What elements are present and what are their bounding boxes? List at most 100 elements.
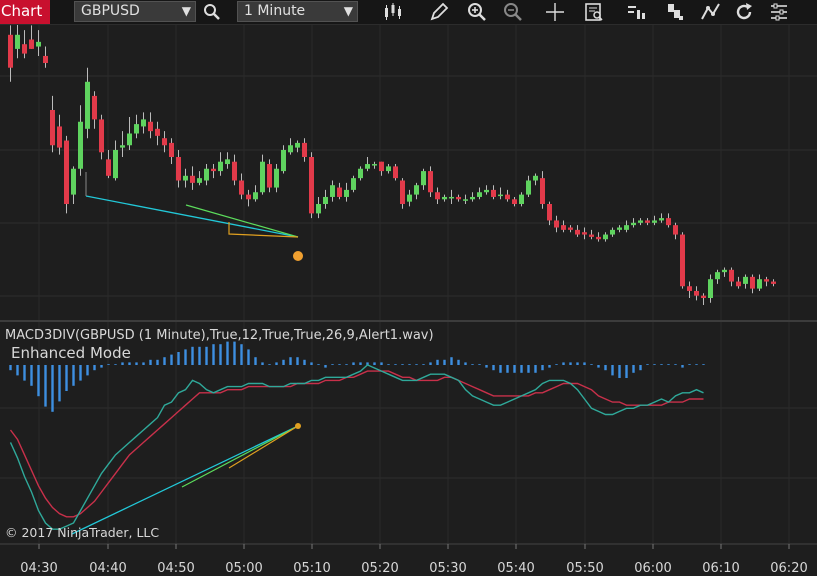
indicators-icon[interactable] bbox=[624, 0, 650, 24]
candle-body bbox=[148, 121, 153, 132]
time-tick-label: 05:30 bbox=[429, 561, 466, 576]
instrument-selector[interactable]: GBPUSD ▼ bbox=[74, 1, 196, 22]
candle-body bbox=[624, 225, 629, 230]
candle-body bbox=[540, 178, 545, 204]
candle-body bbox=[120, 145, 125, 148]
candle-body bbox=[78, 121, 83, 169]
chart-area[interactable]: MACD3DIV(GBPUSD (1 Minute),True,12,True,… bbox=[0, 25, 817, 576]
candle-body bbox=[498, 194, 503, 197]
candle-body bbox=[134, 124, 139, 134]
candle-body bbox=[435, 192, 440, 200]
time-tick-label: 05:20 bbox=[361, 561, 398, 576]
candle-body bbox=[169, 142, 174, 157]
candle-body bbox=[183, 175, 188, 181]
candle-body bbox=[582, 232, 587, 235]
candle-body bbox=[99, 119, 104, 153]
candle-body bbox=[659, 218, 664, 221]
candle-body bbox=[652, 220, 657, 223]
time-tick-label: 05:10 bbox=[293, 561, 330, 576]
candle-body bbox=[617, 227, 622, 230]
chevron-down-icon: ▼ bbox=[181, 4, 191, 18]
time-tick-label: 06:10 bbox=[702, 561, 739, 576]
candle-body bbox=[176, 157, 181, 181]
zoom-in-icon[interactable] bbox=[465, 0, 491, 24]
candle-body bbox=[50, 110, 55, 146]
draw-pencil-icon[interactable] bbox=[427, 0, 453, 24]
candle-body bbox=[36, 41, 41, 47]
strategies-icon[interactable] bbox=[663, 0, 689, 24]
candle-body bbox=[155, 128, 160, 136]
interval-value: 1 Minute bbox=[244, 3, 306, 19]
candle-body bbox=[449, 196, 454, 199]
reload-icon[interactable] bbox=[732, 0, 758, 24]
candle-body bbox=[596, 236, 601, 240]
candle-body bbox=[771, 281, 776, 284]
candle-body bbox=[645, 220, 650, 223]
candle-body bbox=[631, 222, 636, 226]
candle-body bbox=[414, 185, 419, 195]
candle-body bbox=[218, 161, 223, 172]
drawing-tools-icon[interactable] bbox=[699, 0, 725, 24]
candle-body bbox=[204, 168, 209, 181]
candle-body bbox=[92, 95, 97, 120]
candle-body bbox=[470, 196, 475, 200]
candle-body bbox=[463, 199, 468, 201]
candle-body bbox=[666, 218, 671, 226]
time-tick-label: 04:50 bbox=[157, 561, 194, 576]
candle-body bbox=[309, 157, 314, 214]
candle-body bbox=[568, 227, 573, 230]
search-icon[interactable] bbox=[200, 0, 226, 24]
bar-type-icon[interactable] bbox=[381, 0, 407, 24]
candle-body bbox=[575, 229, 580, 235]
time-tick-label: 06:20 bbox=[770, 561, 807, 576]
candle-body bbox=[603, 234, 608, 240]
indicator-label: MACD3DIV(GBPUSD (1 Minute),True,12,True,… bbox=[5, 328, 434, 343]
candle-body bbox=[722, 269, 727, 273]
candle-body bbox=[246, 194, 251, 200]
candle-body bbox=[267, 164, 272, 188]
candle-body bbox=[106, 159, 111, 176]
candle-body bbox=[71, 168, 76, 195]
candle-body bbox=[225, 159, 230, 165]
candle-body bbox=[85, 81, 90, 129]
chart-tab[interactable]: Chart bbox=[0, 0, 50, 24]
candle-body bbox=[57, 126, 62, 148]
zoom-out-icon[interactable] bbox=[501, 0, 527, 24]
candle-body bbox=[302, 142, 307, 157]
candle-body bbox=[533, 175, 538, 181]
candle-body bbox=[113, 149, 118, 179]
candle-body bbox=[295, 142, 300, 148]
candle-body bbox=[330, 185, 335, 197]
candle-body bbox=[736, 281, 741, 287]
candle-body bbox=[673, 225, 678, 235]
candle-body bbox=[701, 295, 706, 298]
candle-body bbox=[211, 168, 216, 172]
candle-body bbox=[421, 171, 426, 186]
candle-body bbox=[491, 189, 496, 197]
crosshair-icon[interactable] bbox=[543, 0, 569, 24]
candle-body bbox=[379, 161, 384, 172]
candle-body bbox=[351, 178, 356, 190]
candle-body bbox=[764, 279, 769, 282]
candle-body bbox=[743, 276, 748, 284]
time-tick-label: 06:00 bbox=[634, 561, 671, 576]
candle-body bbox=[162, 138, 167, 146]
candle-body bbox=[372, 164, 377, 166]
data-box-icon[interactable] bbox=[582, 0, 608, 24]
time-tick-label: 05:40 bbox=[497, 561, 534, 576]
chevron-down-icon: ▼ bbox=[343, 4, 353, 18]
interval-selector[interactable]: 1 Minute ▼ bbox=[237, 1, 358, 22]
candle-body bbox=[15, 34, 20, 49]
candle-body bbox=[232, 161, 237, 181]
candle-body bbox=[337, 187, 342, 197]
candle-body bbox=[393, 166, 398, 179]
candle-body bbox=[610, 229, 615, 235]
mode-label: Enhanced Mode bbox=[11, 344, 131, 362]
candle-body bbox=[407, 194, 412, 202]
candle-body bbox=[442, 196, 447, 200]
candle-body bbox=[680, 234, 685, 287]
candle-body bbox=[554, 220, 559, 228]
candle-body bbox=[715, 272, 720, 280]
candle-body bbox=[400, 180, 405, 204]
properties-icon[interactable] bbox=[767, 0, 793, 24]
